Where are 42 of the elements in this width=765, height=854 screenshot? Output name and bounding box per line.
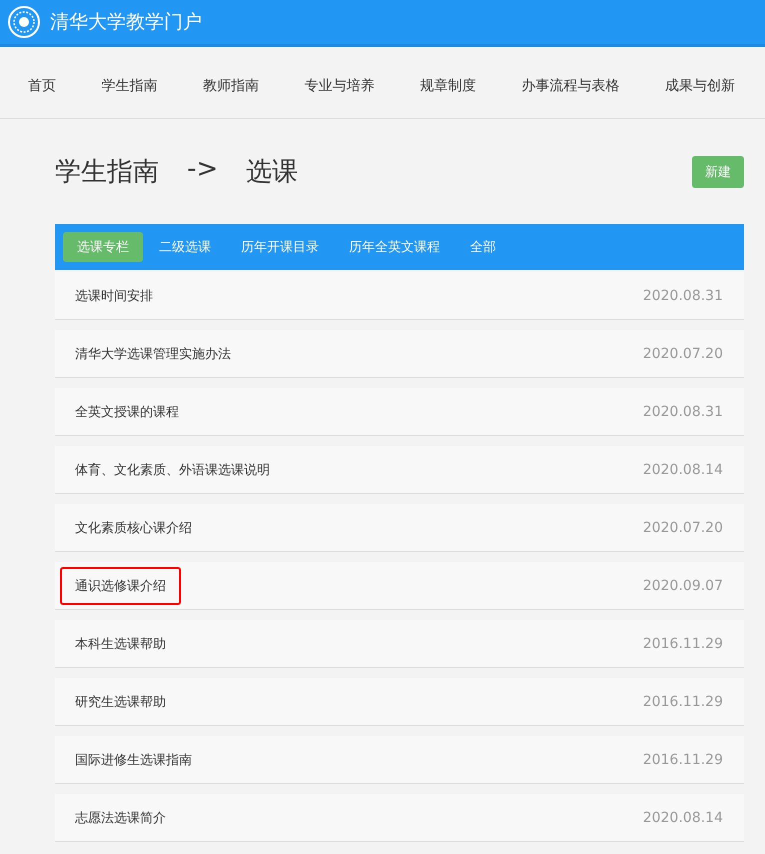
list-row[interactable]: 全英文授课的课程 2020.08.31 bbox=[55, 388, 744, 436]
item-title[interactable]: 清华大学选课管理实施办法 bbox=[60, 334, 246, 372]
item-date: 2020.08.14 bbox=[642, 462, 723, 478]
emblem-icon bbox=[8, 6, 40, 38]
list-row[interactable]: 通识选修课介绍 2020.09.07 bbox=[55, 562, 744, 610]
item-title[interactable]: 志愿法选课简介 bbox=[60, 798, 181, 836]
site-title: 清华大学教学门户 bbox=[50, 10, 202, 35]
item-date: 2016.11.29 bbox=[642, 752, 723, 768]
item-title[interactable]: 国际进修生选课指南 bbox=[60, 740, 207, 778]
nav-link[interactable]: 规章制度 bbox=[420, 77, 476, 95]
nav-link[interactable]: 办事流程与表格 bbox=[522, 77, 620, 95]
item-date: 2020.08.31 bbox=[642, 288, 723, 304]
item-date: 2020.09.07 bbox=[642, 578, 723, 594]
list-row[interactable]: 文化素质核心课介绍 2020.07.20 bbox=[55, 504, 744, 552]
item-date: 2020.07.20 bbox=[642, 346, 723, 362]
list-row[interactable]: 选课时间安排 2020.08.31 bbox=[55, 272, 744, 320]
list-row[interactable]: 国际进修生选课指南 2016.11.29 bbox=[55, 736, 744, 784]
item-title[interactable]: 通识选修课介绍 bbox=[60, 566, 181, 604]
item-date: 2020.08.31 bbox=[642, 404, 723, 420]
item-title[interactable]: 选课时间安排 bbox=[60, 276, 168, 314]
item-title[interactable]: 本科生选课帮助 bbox=[60, 624, 181, 662]
item-title[interactable]: 研究生选课帮助 bbox=[60, 682, 181, 720]
nav-link[interactable]: 首页 bbox=[28, 77, 56, 95]
section-title: 学生指南 bbox=[55, 156, 159, 189]
list-row[interactable]: 研究生选课帮助 2016.11.29 bbox=[55, 678, 744, 726]
item-date: 2020.07.20 bbox=[642, 520, 723, 536]
list-row[interactable]: 志愿法选课简介 2020.08.14 bbox=[55, 794, 744, 842]
item-date: 2016.11.29 bbox=[642, 694, 723, 710]
nav-link[interactable]: 教师指南 bbox=[203, 77, 259, 95]
item-title[interactable]: 体育、文化素质、外语课选课说明 bbox=[60, 450, 285, 488]
item-title[interactable]: 全英文授课的课程 bbox=[60, 392, 194, 430]
page-title: 选课 bbox=[246, 156, 298, 189]
item-date: 2020.08.14 bbox=[642, 810, 723, 826]
breadcrumb-arrow: -> bbox=[187, 154, 218, 186]
list-row[interactable]: 体育、文化素质、外语课选课说明 2020.08.14 bbox=[55, 446, 744, 494]
item-date: 2016.11.29 bbox=[642, 636, 723, 652]
nav-link[interactable]: 专业与培养 bbox=[304, 77, 374, 95]
nav-link[interactable]: 成果与创新 bbox=[665, 77, 735, 95]
list-row[interactable]: 本科生选课帮助 2016.11.29 bbox=[55, 620, 744, 668]
list-row[interactable]: 清华大学选课管理实施办法 2020.07.20 bbox=[55, 330, 744, 378]
nav-link[interactable]: 学生指南 bbox=[102, 77, 158, 95]
item-title[interactable]: 文化素质核心课介绍 bbox=[60, 508, 207, 546]
